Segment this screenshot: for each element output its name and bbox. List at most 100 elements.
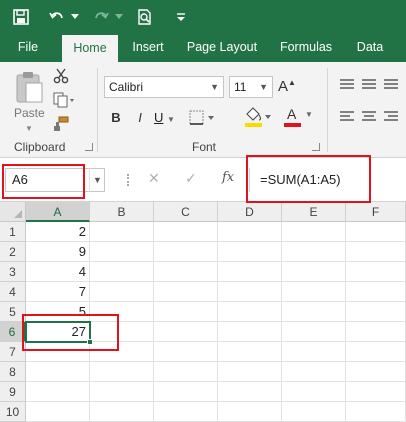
cell-f5[interactable]: [346, 302, 406, 322]
cell-c7[interactable]: [154, 342, 218, 362]
font-color-button[interactable]: A ▼: [284, 106, 314, 128]
cell-e4[interactable]: [282, 282, 346, 302]
row-header[interactable]: 10: [0, 402, 26, 422]
bold-button[interactable]: B: [108, 110, 124, 125]
cell-d8[interactable]: [218, 362, 282, 382]
insert-function-button[interactable]: fx: [222, 170, 234, 185]
cell-b10[interactable]: [90, 402, 154, 422]
font-launcher-icon[interactable]: [312, 143, 320, 151]
column-header-b[interactable]: B: [90, 202, 154, 222]
cell-b2[interactable]: [90, 242, 154, 262]
cell-b7[interactable]: [90, 342, 154, 362]
cell-a9[interactable]: [26, 382, 90, 402]
row-header[interactable]: 4: [0, 282, 26, 302]
row-header[interactable]: 9: [0, 382, 26, 402]
tab-insert[interactable]: Insert: [124, 33, 172, 62]
row-header[interactable]: 2: [0, 242, 26, 262]
column-header-d[interactable]: D: [218, 202, 282, 222]
cell-f7[interactable]: [346, 342, 406, 362]
row-header[interactable]: 6: [0, 322, 26, 342]
borders-icon[interactable]: [189, 110, 219, 129]
cell-d9[interactable]: [218, 382, 282, 402]
cell-e8[interactable]: [282, 362, 346, 382]
cell-d2[interactable]: [218, 242, 282, 262]
cell-a4[interactable]: 7: [26, 282, 90, 302]
row-header[interactable]: 1: [0, 222, 26, 242]
cell-c5[interactable]: [154, 302, 218, 322]
grow-font-button[interactable]: A▲: [278, 78, 296, 95]
save-icon[interactable]: [10, 6, 32, 28]
cell-a2[interactable]: 9: [26, 242, 90, 262]
column-header-c[interactable]: C: [154, 202, 218, 222]
align-left-icon[interactable]: [340, 110, 400, 127]
cell-e6[interactable]: [282, 322, 346, 342]
font-size-select[interactable]: 11 ▼: [229, 76, 273, 98]
cell-d5[interactable]: [218, 302, 282, 322]
row-header[interactable]: 3: [0, 262, 26, 282]
copy-icon[interactable]: [53, 92, 75, 111]
column-header-e[interactable]: E: [282, 202, 346, 222]
cell-b9[interactable]: [90, 382, 154, 402]
formula-input[interactable]: =SUM(A1:A5): [249, 168, 406, 192]
cell-d10[interactable]: [218, 402, 282, 422]
cell-c1[interactable]: [154, 222, 218, 242]
cell-b8[interactable]: [90, 362, 154, 382]
cell-a8[interactable]: [26, 362, 90, 382]
tab-file[interactable]: File: [8, 33, 48, 62]
row-header[interactable]: 5: [0, 302, 26, 322]
cell-b4[interactable]: [90, 282, 154, 302]
row-header[interactable]: 7: [0, 342, 26, 362]
cell-a3[interactable]: 4: [26, 262, 90, 282]
cell-f3[interactable]: [346, 262, 406, 282]
cell-c9[interactable]: [154, 382, 218, 402]
cell-e9[interactable]: [282, 382, 346, 402]
cell-a5[interactable]: 5: [26, 302, 90, 322]
italic-button[interactable]: I: [132, 110, 148, 125]
cell-a10[interactable]: [26, 402, 90, 422]
cell-b6[interactable]: [90, 322, 154, 342]
cell-e7[interactable]: [282, 342, 346, 362]
cell-c3[interactable]: [154, 262, 218, 282]
format-painter-icon[interactable]: [53, 116, 69, 135]
column-header-a[interactable]: A: [26, 202, 90, 222]
cell-f6[interactable]: [346, 322, 406, 342]
tab-formulas[interactable]: Formulas: [274, 33, 338, 62]
cell-c2[interactable]: [154, 242, 218, 262]
cancel-icon[interactable]: ✕: [148, 170, 160, 187]
cell-b1[interactable]: [90, 222, 154, 242]
cell-e3[interactable]: [282, 262, 346, 282]
cell-d4[interactable]: [218, 282, 282, 302]
cell-f8[interactable]: [346, 362, 406, 382]
cell-e10[interactable]: [282, 402, 346, 422]
cell-d3[interactable]: [218, 262, 282, 282]
cell-a6[interactable]: 27: [25, 321, 91, 343]
font-family-select[interactable]: Calibri ▼: [104, 76, 224, 98]
fill-color-icon[interactable]: [244, 106, 272, 131]
row-header[interactable]: 8: [0, 362, 26, 382]
enter-icon[interactable]: ✓: [185, 170, 197, 187]
cell-c4[interactable]: [154, 282, 218, 302]
cell-d1[interactable]: [218, 222, 282, 242]
name-box-dropdown-icon[interactable]: ▼: [89, 168, 105, 192]
cell-d6[interactable]: [218, 322, 282, 342]
select-all-button[interactable]: [0, 202, 26, 222]
cell-f4[interactable]: [346, 282, 406, 302]
cell-f2[interactable]: [346, 242, 406, 262]
cut-icon[interactable]: [53, 68, 69, 87]
customize-qat-icon[interactable]: [170, 6, 192, 28]
undo-dropdown-icon[interactable]: [70, 6, 80, 28]
tab-home[interactable]: Home: [62, 35, 118, 62]
align-top-icon[interactable]: [340, 78, 400, 95]
print-preview-icon[interactable]: [134, 6, 156, 28]
tab-page-layout[interactable]: Page Layout: [182, 33, 262, 62]
clipboard-launcher-icon[interactable]: [85, 143, 93, 151]
cell-c6[interactable]: [154, 322, 218, 342]
cell-e5[interactable]: [282, 302, 346, 322]
cell-f9[interactable]: [346, 382, 406, 402]
cell-f1[interactable]: [346, 222, 406, 242]
cell-c10[interactable]: [154, 402, 218, 422]
paste-button[interactable]: Paste: [14, 106, 45, 120]
paste-dropdown-icon[interactable]: ▼: [25, 124, 33, 133]
paste-icon[interactable]: [14, 70, 44, 107]
cell-b5[interactable]: [90, 302, 154, 322]
